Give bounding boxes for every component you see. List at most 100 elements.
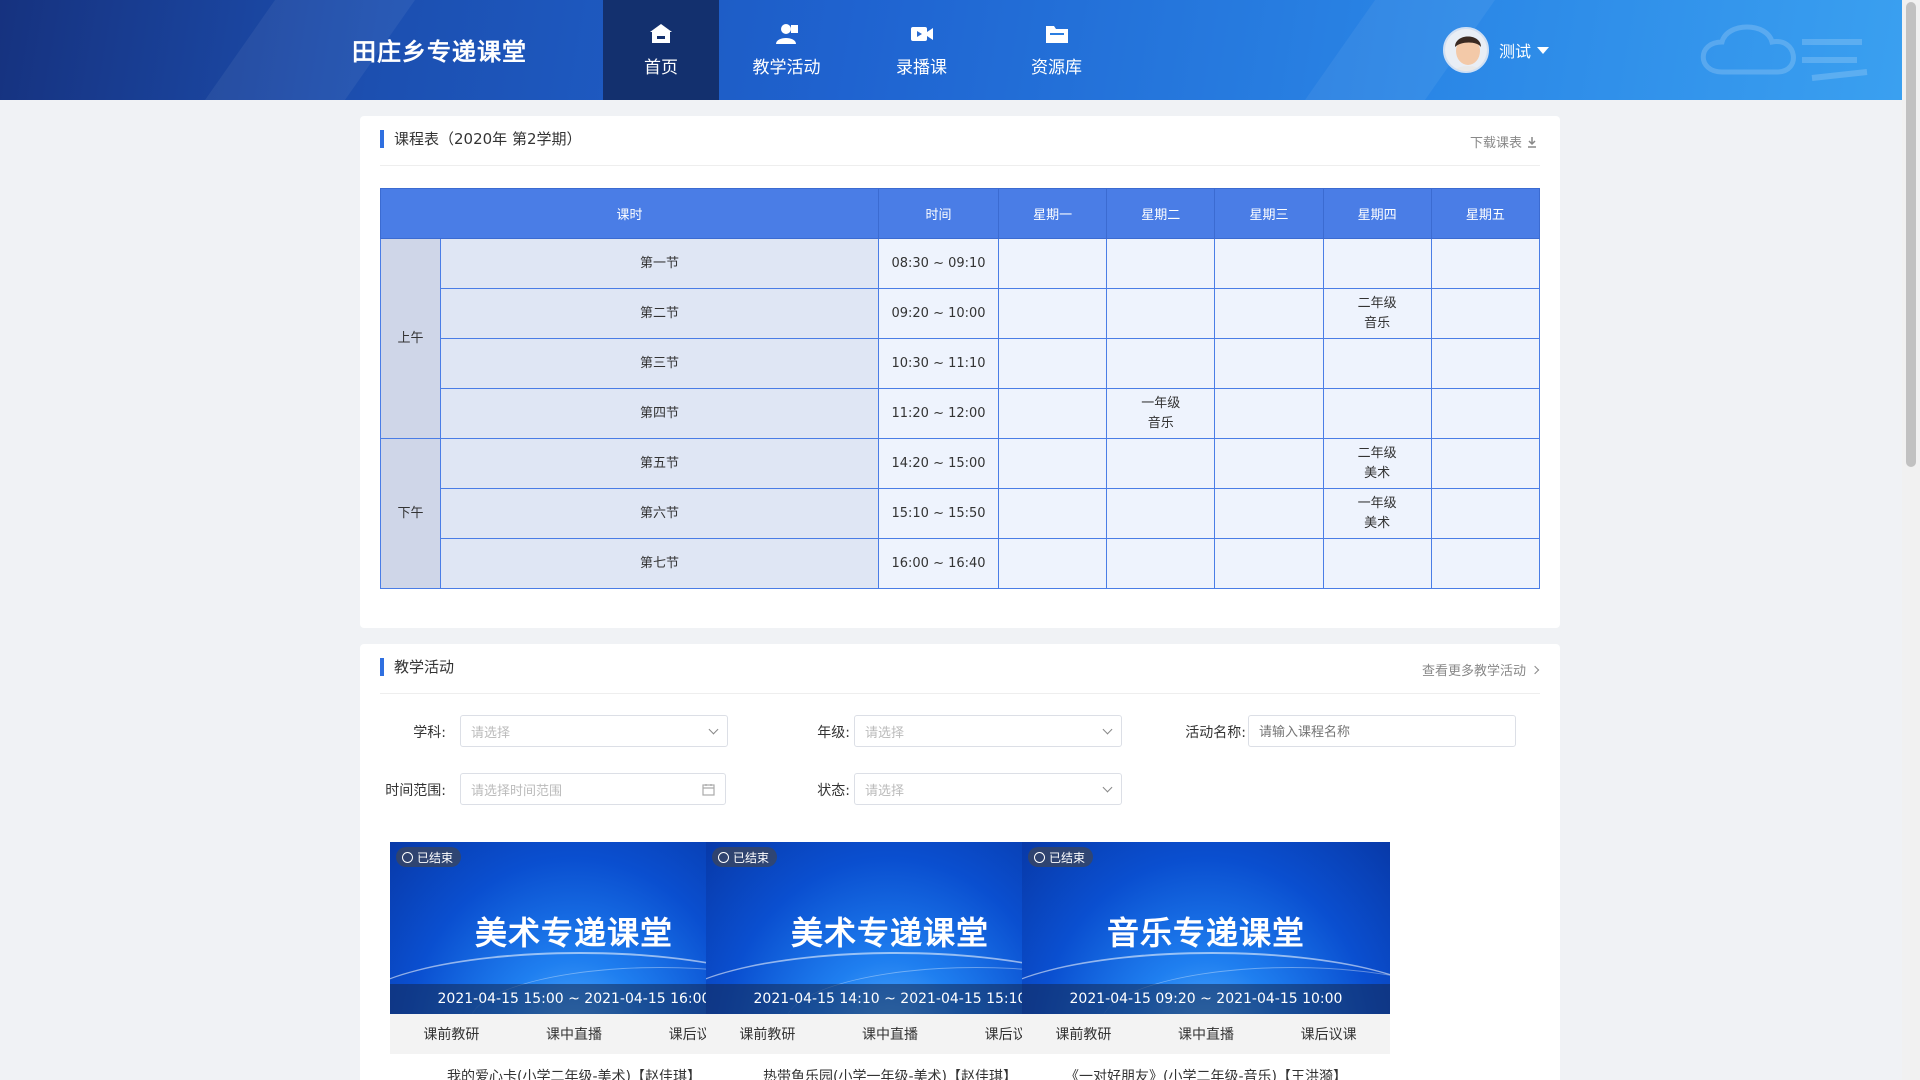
site-brand[interactable]: 田庄乡专递课堂 — [352, 32, 527, 67]
lesson-cell — [1322, 238, 1432, 289]
tab-pre-class-research[interactable]: 课前教研 — [706, 1014, 829, 1054]
subject-placeholder: 请选择 — [471, 725, 511, 741]
schedule-row: 下午 第五节 14:20 ~ 15:00 二年级 美术 — [380, 438, 1541, 589]
subject-label: 学科: — [413, 725, 446, 741]
activity-card[interactable]: 已结束 音乐专递课堂 2021-04-15 09:20 ~ 2021-04-15 1… — [1022, 842, 1390, 1080]
avatar[interactable] — [1443, 27, 1489, 73]
status-badge: 已结束 — [1028, 847, 1094, 867]
lesson-cell — [1430, 288, 1541, 339]
activity-name-input[interactable] — [1248, 715, 1516, 747]
period-cell: 第三节 — [439, 338, 880, 389]
caret-down-icon — [1537, 46, 1550, 54]
lesson-cell — [998, 538, 1108, 589]
lesson-cell[interactable]: 二年级 音乐 — [1322, 288, 1432, 339]
card-course-name[interactable]: 热带鱼乐园(小学一年级-美术)【赵佳琪】 — [706, 1066, 1074, 1080]
divider — [380, 693, 1540, 694]
chevron-right-icon — [1530, 665, 1540, 674]
home-icon — [650, 23, 672, 43]
lesson-cell — [1106, 438, 1216, 489]
lesson-cell — [1322, 338, 1432, 389]
schedule-row: 第六节 15:10 ~ 15:50 一年级 美术 — [381, 488, 1541, 539]
lesson-cell[interactable]: 二年级 美术 — [1322, 438, 1432, 489]
card-course-name[interactable]: 《一对好朋友》(小学二年级-音乐)【王洪漪】 — [1022, 1066, 1390, 1080]
lesson-cell — [1430, 238, 1541, 289]
nav-resource-library[interactable]: 资源库 — [989, 0, 1124, 100]
lesson-cell — [1214, 488, 1324, 539]
header-time: 时间 — [878, 188, 1000, 239]
card-banner[interactable]: 已结束 美术专递课堂 2021-04-15 14:10 ~ 2021-04-15 1… — [706, 842, 1074, 1014]
banner-time: 2021-04-15 14:10 ~ 2021-04-15 15:10 — [706, 984, 1074, 1014]
grade-label: 年级: — [817, 725, 850, 741]
chevron-down-icon — [1102, 724, 1113, 734]
nav-recorded-courses[interactable]: 录播课 — [854, 0, 989, 100]
check-circle-icon — [402, 851, 413, 863]
more-activities-label: 查看更多教学活动 — [1421, 664, 1526, 679]
more-activities-link[interactable]: 查看更多教学活动 — [1421, 660, 1540, 679]
header-tuesday: 星期二 — [1106, 188, 1216, 239]
lesson-cell — [1106, 238, 1216, 289]
period-cell: 第七节 — [439, 538, 880, 589]
nav-teaching-label: 教学活动 — [752, 57, 821, 78]
tab-live-lesson[interactable]: 课中直播 — [1145, 1014, 1268, 1054]
status-select[interactable]: 请选择 — [854, 773, 1122, 805]
time-cell: 08:30 ~ 09:10 — [878, 238, 1000, 289]
tab-live-lesson[interactable]: 课中直播 — [513, 1014, 636, 1054]
banner-title: 音乐专递课堂 — [1106, 914, 1305, 952]
lesson-cell — [1322, 388, 1432, 439]
tab-post-class-review[interactable]: 课后议课 — [1267, 1014, 1390, 1054]
activity-card[interactable]: 已结束 美术专递课堂 2021-04-15 14:10 ~ 2021-04-15 1… — [706, 842, 1074, 1080]
scrollbar-thumb[interactable] — [1906, 2, 1916, 467]
lesson-cell — [1430, 538, 1541, 589]
lesson-cell — [998, 488, 1108, 539]
status-placeholder: 请选择 — [865, 783, 905, 799]
nav-resource-label: 资源库 — [1031, 57, 1082, 78]
page-scrollbar[interactable] — [1902, 0, 1920, 1080]
lesson-cell[interactable]: 一年级 音乐 — [1106, 388, 1216, 439]
period-cell: 第六节 — [439, 488, 880, 539]
card-banner[interactable]: 已结束 音乐专递课堂 2021-04-15 09:20 ~ 2021-04-15 1… — [1022, 842, 1390, 1014]
tab-pre-class-research[interactable]: 课前教研 — [390, 1014, 513, 1054]
lesson-cell — [998, 338, 1108, 389]
nav-home[interactable]: 首页 — [603, 0, 719, 100]
download-schedule-link[interactable]: 下载课表 — [1470, 132, 1538, 151]
time-range-picker[interactable]: 请选择时间范围 — [460, 773, 726, 805]
lesson-cell — [1106, 288, 1216, 339]
top-header: 田庄乡专递课堂 首页 教学活动 录播课 资源库 测试 — [0, 0, 1902, 100]
lesson-cell — [1322, 538, 1432, 589]
time-cell: 10:30 ~ 11:10 — [878, 338, 1000, 389]
banner-time: 2021-04-15 15:00 ~ 2021-04-15 16:00 — [390, 984, 758, 1014]
schedule-panel: 课程表（2020年 第2学期） 下载课表 课时 时间 星期一 星期二 星期三 星… — [360, 116, 1560, 628]
user-name: 测试 — [1499, 42, 1532, 61]
lesson-cell — [1430, 488, 1541, 539]
status-badge: 已结束 — [396, 847, 462, 867]
tab-live-lesson[interactable]: 课中直播 — [829, 1014, 952, 1054]
lesson-cell[interactable]: 一年级 美术 — [1322, 488, 1432, 539]
lesson-cell — [1430, 438, 1541, 489]
card-course-name[interactable]: 我的爱心卡(小学二年级-美术)【赵佳琪】 — [390, 1066, 758, 1080]
lesson-cell — [1430, 388, 1541, 439]
activity-card[interactable]: 已结束 美术专递课堂 2021-04-15 15:00 ~ 2021-04-15 1… — [390, 842, 758, 1080]
schedule-row: 第七节 16:00 ~ 16:40 — [381, 538, 1541, 589]
lesson-cell — [998, 288, 1108, 339]
activity-name-label: 活动名称: — [1185, 725, 1246, 741]
grade-select[interactable]: 请选择 — [854, 715, 1122, 747]
lesson-cell — [1214, 388, 1324, 439]
header-wednesday: 星期三 — [1214, 188, 1324, 239]
card-banner[interactable]: 已结束 美术专递课堂 2021-04-15 15:00 ~ 2021-04-15 1… — [390, 842, 758, 1014]
user-menu[interactable]: 测试 — [1443, 27, 1550, 73]
check-circle-icon — [1034, 851, 1045, 863]
avatar-portrait-icon — [1445, 29, 1487, 71]
nav-teaching-activities[interactable]: 教学活动 — [719, 0, 854, 100]
tab-pre-class-research[interactable]: 课前教研 — [1022, 1014, 1145, 1054]
header-thursday: 星期四 — [1322, 188, 1432, 239]
time-range-placeholder: 请选择时间范围 — [471, 783, 563, 799]
period-cell: 第五节 — [439, 438, 880, 489]
lesson-cell — [998, 388, 1108, 439]
check-circle-icon — [718, 851, 729, 863]
header-period: 课时 — [379, 188, 880, 239]
video-icon — [910, 26, 933, 41]
schedule-row: 第四节 11:20 ~ 12:00 一年级 音乐 — [381, 388, 1541, 439]
lesson-cell — [998, 438, 1108, 489]
subject-select[interactable]: 请选择 — [460, 715, 728, 747]
card-tabs: 课前教研 课中直播 课后议课 — [706, 1014, 1074, 1054]
